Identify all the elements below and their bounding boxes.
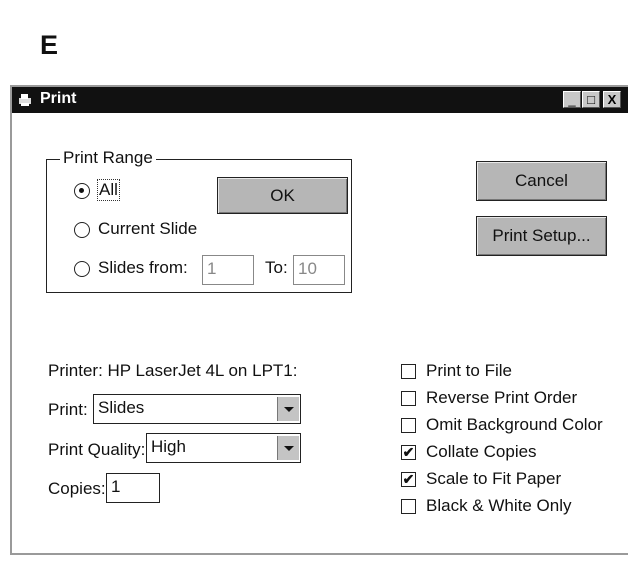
option-checkbox[interactable]: ✔ xyxy=(401,445,416,460)
print-quality-value: High xyxy=(151,437,186,456)
printer-name-label: Printer: HP LaserJet 4L on LPT1: xyxy=(48,361,298,380)
print-what-label: Print: xyxy=(48,400,88,419)
chevron-down-icon[interactable] xyxy=(277,397,299,421)
option-checkbox[interactable]: ✔ xyxy=(401,472,416,487)
option-checkbox[interactable] xyxy=(401,391,416,406)
all-radio[interactable] xyxy=(74,183,90,199)
option-label[interactable]: Omit Background Color xyxy=(426,415,603,435)
print-quality-select[interactable]: High xyxy=(146,433,301,463)
copies-input[interactable]: 1 xyxy=(106,473,160,503)
copies-label: Copies: xyxy=(48,479,106,498)
option-label[interactable]: Black & White Only xyxy=(426,496,572,516)
current-slide-label[interactable]: Current Slide xyxy=(98,219,197,239)
maximize-button[interactable]: □ xyxy=(582,91,600,108)
slides-from-label[interactable]: Slides from: xyxy=(98,258,188,278)
figure-panel-label: E xyxy=(40,30,59,60)
all-radio-label[interactable]: All xyxy=(97,179,120,201)
print-range-legend: Print Range xyxy=(60,148,156,168)
print-quality-label: Print Quality: xyxy=(48,440,146,459)
option-checkbox[interactable] xyxy=(401,499,416,514)
window-title: Print xyxy=(40,90,77,107)
print-dialog: Print _ □ X Print Range All Current Slid… xyxy=(10,85,628,555)
title-bar[interactable]: Print _ □ X xyxy=(12,87,628,113)
chevron-down-icon[interactable] xyxy=(277,436,299,460)
option-label[interactable]: Collate Copies xyxy=(426,442,537,462)
slides-to-input[interactable]: 10 xyxy=(293,255,345,285)
slides-to-label: To: xyxy=(265,258,288,277)
slides-from-radio[interactable] xyxy=(74,261,90,277)
print-what-value: Slides xyxy=(98,398,145,417)
option-label[interactable]: Scale to Fit Paper xyxy=(426,469,561,489)
minimize-button[interactable]: _ xyxy=(563,91,581,108)
print-setup-button[interactable]: Print Setup... xyxy=(476,216,607,256)
option-checkbox[interactable] xyxy=(401,364,416,379)
ok-button[interactable]: OK xyxy=(217,177,348,214)
option-label[interactable]: Reverse Print Order xyxy=(426,388,577,408)
printer-icon xyxy=(19,94,31,106)
option-checkbox[interactable] xyxy=(401,418,416,433)
print-what-select[interactable]: Slides xyxy=(93,394,301,424)
slides-from-input[interactable]: 1 xyxy=(202,255,254,285)
current-slide-radio[interactable] xyxy=(74,222,90,238)
option-label[interactable]: Print to File xyxy=(426,361,512,381)
cancel-button[interactable]: Cancel xyxy=(476,161,607,201)
close-button[interactable]: X xyxy=(603,91,621,108)
